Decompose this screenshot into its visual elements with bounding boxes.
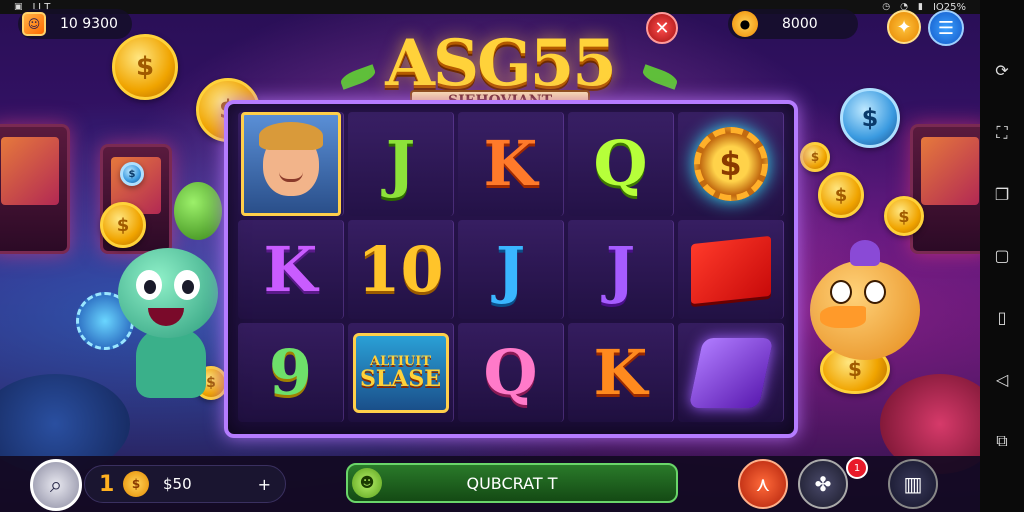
add-coins-button[interactable]: ✦ [887, 10, 921, 44]
game-area[interactable]: $ $ $ $ $ $ $ $ $ $ ASG55 SIEHOVIANT [0, 14, 980, 512]
reel-cell: J [458, 220, 564, 319]
reel-cell: J [348, 112, 454, 216]
back-icon[interactable]: ◁ [990, 367, 1014, 391]
rotate-icon[interactable]: ⟳ [990, 59, 1014, 83]
balance-display[interactable]: ☺ 10 9300 [18, 9, 132, 39]
stats-button[interactable]: ▥ [888, 459, 938, 509]
floating-coin-icon: $ [100, 202, 146, 248]
symbol-10: 10 [357, 232, 444, 306]
share-button[interactable]: ✤ [798, 459, 848, 509]
reel-cell: Q [568, 112, 674, 216]
floating-coin-icon: $ [112, 34, 178, 100]
coin-icon: $ [123, 471, 149, 497]
reel-cell: $ [678, 112, 784, 216]
bird-mascot [800, 240, 940, 370]
reel-cell: 10 [348, 220, 454, 319]
floating-coin-icon: $ [800, 142, 830, 172]
scatter-line2: SLASE [359, 366, 442, 392]
search-icon: ⌕ [49, 472, 63, 498]
window-icon[interactable]: ⧉ [990, 429, 1014, 453]
symbol-k: K [593, 335, 648, 409]
share-icon: ✤ [814, 472, 832, 496]
reel-cell: K [458, 112, 564, 216]
bet-control[interactable]: 1 $ $50 + [84, 465, 286, 503]
floating-coin-icon: $ [884, 196, 924, 236]
coins-display[interactable]: ● 8000 [728, 9, 858, 39]
balance-value: 10 9300 [60, 16, 118, 32]
reel-cell: Q [458, 323, 564, 422]
stats-icon: ▥ [903, 472, 923, 496]
purple-gem-symbol [688, 337, 773, 408]
symbol-j: J [495, 232, 526, 306]
floating-blue-coin-icon: $ [120, 162, 144, 186]
app-icon: ▣ [14, 2, 23, 12]
search-button[interactable]: ⌕ [30, 459, 82, 511]
symbol-k: K [263, 232, 318, 306]
coin-symbol: $ [693, 127, 768, 201]
symbol-j: J [605, 232, 636, 306]
cards-icon: ⋏ [755, 472, 771, 496]
arcade-machine-left [0, 124, 70, 254]
signal-icon: ▮ [918, 2, 923, 12]
alien-mascot [118, 248, 228, 398]
reel-cell: 9 [238, 323, 344, 422]
reel-cell: K [568, 323, 674, 422]
close-button[interactable]: ✕ [646, 12, 678, 44]
symbol-j: J [385, 127, 416, 200]
coins-value: 8000 [782, 16, 818, 32]
symbol-q: Q [593, 127, 648, 200]
reel-cell [238, 112, 344, 216]
floating-coin-icon: $ [818, 172, 864, 218]
notification-badge: 1 [846, 457, 868, 479]
system-nav-bar: ⟳ ⛶ ❐ ▢ ▯ ◁ ⧉ [980, 0, 1024, 512]
home-icon[interactable]: ▢ [990, 244, 1014, 268]
reel-board: J K Q $ K 10 J J 9 ALTIUIT SLASE Q K [224, 100, 798, 438]
hero-portrait-symbol [240, 112, 341, 216]
scatter-symbol: ALTIUIT SLASE [352, 332, 449, 413]
bet-increase-button[interactable]: + [258, 475, 271, 494]
reel-cell [678, 323, 784, 422]
cards-button[interactable]: ⋏ [738, 459, 788, 509]
smile-icon: ☻ [352, 468, 382, 498]
reel-cell: K [238, 220, 344, 319]
symbol-k: K [483, 127, 538, 200]
spin-label: QUBCRAT T [466, 473, 558, 493]
recents-icon[interactable]: ❐ [990, 182, 1014, 206]
reel-cell [678, 220, 784, 319]
alarm-icon: ◷ [882, 2, 891, 12]
arcade-machine-right [910, 124, 980, 254]
spin-button[interactable]: ☻ QUBCRAT T [346, 463, 678, 503]
green-blob-character [174, 182, 222, 240]
red-flag-symbol [690, 235, 771, 304]
chick-icon: ● [732, 11, 758, 37]
player-avatar[interactable]: ☺ [22, 12, 46, 36]
symbol-q: Q [483, 335, 538, 409]
menu-button[interactable]: ☰ [928, 10, 964, 46]
floating-blue-coin-icon: $ [840, 88, 900, 148]
square-icon[interactable]: ▯ [990, 306, 1014, 330]
reel-grid: J K Q $ K 10 J J 9 ALTIUIT SLASE Q K [238, 112, 784, 422]
symbol-9: 9 [268, 335, 313, 409]
screenshot-icon[interactable]: ⛶ [990, 121, 1014, 145]
reel-cell: J [568, 220, 674, 319]
bet-decrease-button[interactable]: 1 [99, 472, 117, 497]
bet-value: $50 [163, 475, 192, 493]
reel-cell: ALTIUIT SLASE [348, 323, 454, 422]
logo-title: ASG55 [385, 26, 617, 101]
